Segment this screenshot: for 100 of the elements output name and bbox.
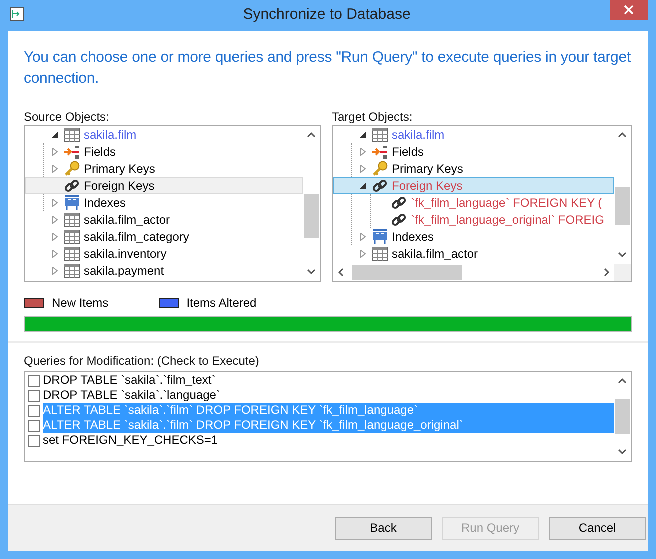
query-item[interactable]: set FOREIGN_KEY_CHECKS=1 bbox=[43, 433, 614, 448]
tree-item[interactable]: `fk_film_language_original` FOREIG bbox=[352, 211, 614, 228]
tree-item[interactable]: sakila.film bbox=[333, 126, 614, 143]
item-label: sakila.film_category bbox=[84, 230, 190, 244]
tree-item[interactable]: Primary Keys bbox=[333, 160, 614, 177]
tree-item[interactable]: sakila.film_category bbox=[25, 228, 303, 245]
scroll-up-icon[interactable] bbox=[618, 132, 627, 138]
item-label: sakila.payment bbox=[84, 264, 164, 278]
index-icon bbox=[64, 195, 80, 210]
tree-item[interactable]: sakila.inventory bbox=[25, 245, 303, 262]
scroll-up-icon[interactable] bbox=[618, 378, 627, 384]
checkbox[interactable] bbox=[28, 374, 40, 386]
scroll-thumb[interactable] bbox=[615, 186, 630, 225]
table-icon bbox=[372, 246, 388, 260]
checkbox[interactable] bbox=[28, 434, 40, 446]
fields-icon bbox=[64, 144, 80, 158]
link-icon bbox=[64, 178, 80, 194]
scroll-down-icon[interactable] bbox=[307, 269, 316, 275]
tree-item[interactable]: sakila.film bbox=[25, 126, 303, 143]
fields-icon bbox=[372, 144, 388, 158]
table-icon bbox=[64, 246, 80, 260]
collapse-icon[interactable] bbox=[51, 130, 59, 138]
tree-item[interactable]: Indexes bbox=[25, 194, 303, 211]
tree-item[interactable]: sakila.film_actor bbox=[25, 211, 303, 228]
dialog-button[interactable]: Back bbox=[335, 516, 432, 540]
tree-item[interactable]: Fields bbox=[333, 143, 614, 160]
collapse-icon[interactable] bbox=[359, 130, 367, 138]
tree-item[interactable]: Foreign Keys bbox=[333, 177, 614, 194]
collapse-icon[interactable] bbox=[359, 182, 367, 190]
scroll-thumb[interactable] bbox=[304, 194, 319, 238]
link-icon bbox=[372, 178, 388, 194]
link-icon bbox=[391, 194, 407, 210]
expand-icon[interactable] bbox=[359, 148, 367, 156]
scroll-down-icon[interactable] bbox=[618, 252, 627, 258]
item-label: Indexes bbox=[392, 230, 434, 244]
tree-item[interactable]: `fk_film_language` FOREIGN KEY ( bbox=[352, 194, 614, 211]
item-label: `fk_film_language` FOREIGN KEY ( bbox=[411, 196, 602, 210]
close-icon bbox=[624, 5, 634, 15]
expand-icon[interactable] bbox=[51, 198, 59, 206]
table-icon bbox=[372, 128, 388, 142]
expand-icon[interactable] bbox=[359, 250, 367, 258]
tree-item[interactable]: sakila.payment bbox=[25, 262, 303, 279]
key-icon bbox=[64, 160, 80, 176]
tree-item[interactable]: Foreign Keys bbox=[25, 177, 303, 194]
link-icon bbox=[391, 212, 407, 228]
item-label: Primary Keys bbox=[392, 162, 464, 176]
scroll-up-icon[interactable] bbox=[307, 132, 316, 138]
tree-item[interactable]: sakila.film_actor bbox=[333, 245, 614, 262]
checkbox[interactable] bbox=[28, 404, 40, 416]
tree-item[interactable]: Fields bbox=[25, 143, 303, 160]
expand-icon[interactable] bbox=[51, 164, 59, 172]
legend-label: New Items bbox=[52, 296, 109, 310]
scroll-left-icon[interactable] bbox=[338, 268, 344, 277]
checkbox[interactable] bbox=[28, 390, 40, 402]
expand-icon[interactable] bbox=[51, 250, 59, 258]
item-label: sakila.inventory bbox=[84, 246, 167, 260]
tree-view[interactable]: sakila.film Fields Primary Keys Foreign Keys Indexes sakila.film_actor sakila.film_category sakila.inventory sakila.payment bbox=[24, 125, 321, 282]
table-icon bbox=[64, 230, 80, 244]
tree-item[interactable]: Indexes bbox=[333, 228, 614, 245]
item-label: Indexes bbox=[84, 196, 126, 210]
scroll-down-icon[interactable] bbox=[618, 449, 627, 455]
item-label: sakila.film_actor bbox=[392, 246, 478, 260]
item-label: Fields bbox=[392, 144, 424, 158]
scroll-thumb[interactable] bbox=[352, 265, 462, 280]
expand-icon[interactable] bbox=[359, 232, 367, 240]
panel-label: Queries for Modification: (Check to Execute) bbox=[24, 354, 260, 368]
scroll-right-icon[interactable] bbox=[604, 268, 610, 277]
tree-item[interactable]: Primary Keys bbox=[25, 160, 303, 177]
instruction-text: You can choose one or more queries and press "Run Query" to execute queries in your target connection. bbox=[24, 48, 632, 89]
dialog-button[interactable]: Cancel bbox=[549, 516, 646, 540]
item-label: sakila.film bbox=[392, 128, 445, 142]
checkbox[interactable] bbox=[28, 420, 40, 432]
scroll-thumb[interactable] bbox=[615, 399, 630, 434]
tree-view[interactable]: sakila.film Fields Primary Keys Foreign Keys `fk_film_language` FOREIGN KEY ( `fk_film_language_original` FOREIG Indexes sakila.film_actor bbox=[332, 125, 632, 282]
panel-label: Source Objects: bbox=[24, 110, 110, 124]
expand-icon[interactable] bbox=[51, 232, 59, 240]
item-label: `fk_film_language_original` FOREIG bbox=[411, 212, 604, 226]
query-list[interactable] bbox=[24, 371, 632, 462]
table-icon bbox=[64, 264, 80, 278]
item-label: Foreign Keys bbox=[392, 178, 463, 192]
table-icon bbox=[64, 128, 80, 142]
close-button[interactable] bbox=[610, 0, 648, 20]
index-icon bbox=[372, 229, 388, 244]
legend-label: Items Altered bbox=[186, 296, 257, 310]
expand-icon[interactable] bbox=[359, 164, 367, 172]
query-item[interactable]: DROP TABLE `sakila`.`film_text` bbox=[43, 373, 614, 388]
key-icon bbox=[372, 160, 388, 176]
scrollbar-corner bbox=[614, 264, 631, 281]
item-label: sakila.film bbox=[84, 128, 137, 142]
panel-label: Target Objects: bbox=[332, 110, 414, 124]
item-label: sakila.film_actor bbox=[84, 212, 170, 226]
expand-icon[interactable] bbox=[51, 216, 59, 224]
query-item[interactable]: DROP TABLE `sakila`.`language` bbox=[43, 388, 614, 403]
table-icon bbox=[64, 212, 80, 226]
expand-icon[interactable] bbox=[51, 148, 59, 156]
item-label: Foreign Keys bbox=[84, 178, 155, 192]
app-icon bbox=[10, 6, 24, 20]
expand-icon[interactable] bbox=[51, 266, 59, 274]
window-title: Synchronize to Database bbox=[242, 6, 412, 23]
item-label: Primary Keys bbox=[84, 162, 156, 176]
